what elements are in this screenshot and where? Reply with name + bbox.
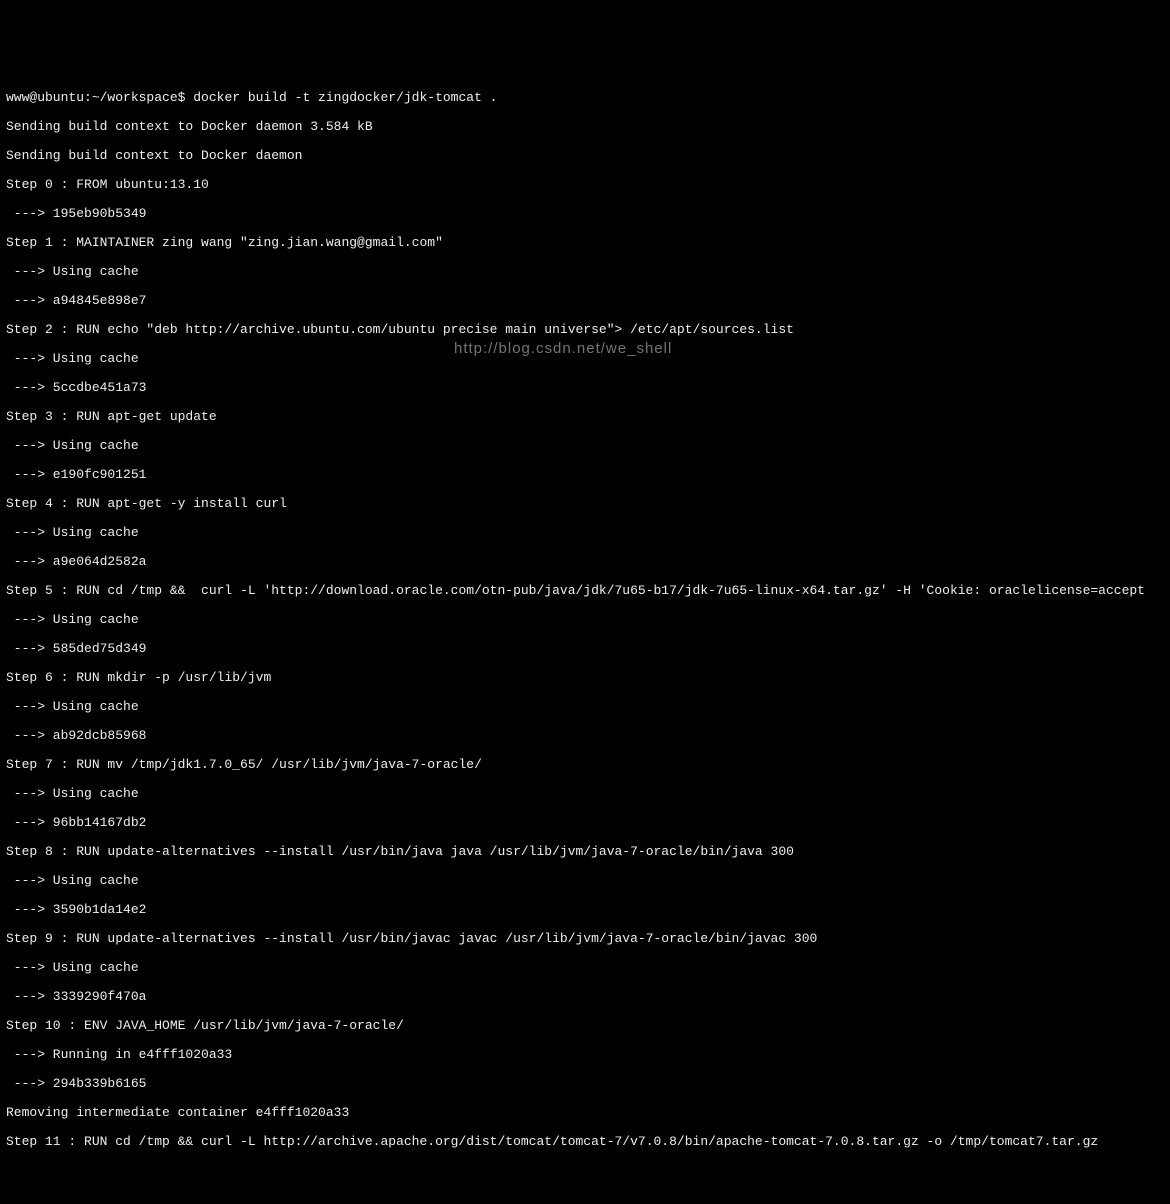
terminal-output-line: ---> Using cache: [6, 439, 1164, 454]
terminal-output-line: ---> Using cache: [6, 787, 1164, 802]
terminal-output-line: Step 9 : RUN update-alternatives --insta…: [6, 932, 1164, 947]
terminal-output-line: Step 8 : RUN update-alternatives --insta…: [6, 845, 1164, 860]
terminal-output-line: ---> a9e064d2582a: [6, 555, 1164, 570]
terminal-output-line: Sending build context to Docker daemon: [6, 149, 1164, 164]
terminal-output-line: ---> Using cache: [6, 265, 1164, 280]
terminal-output-line: Step 6 : RUN mkdir -p /usr/lib/jvm: [6, 671, 1164, 686]
terminal-output-line: ---> Using cache: [6, 874, 1164, 889]
terminal-output-line: Step 2 : RUN echo "deb http://archive.ub…: [6, 323, 1164, 338]
terminal-output-line: ---> a94845e898e7: [6, 294, 1164, 309]
terminal-output-line: ---> Using cache: [6, 613, 1164, 628]
terminal-output-line: ---> e190fc901251: [6, 468, 1164, 483]
terminal-output-line: Removing intermediate container e4fff102…: [6, 1106, 1164, 1121]
terminal-output-line: ---> Running in e4fff1020a33: [6, 1048, 1164, 1063]
terminal-output-line: Step 1 : MAINTAINER zing wang "zing.jian…: [6, 236, 1164, 251]
terminal-output-line: Step 3 : RUN apt-get update: [6, 410, 1164, 425]
terminal-output-line: ---> 195eb90b5349: [6, 207, 1164, 222]
terminal-output-line: ---> Using cache: [6, 961, 1164, 976]
terminal-output-line: ---> ab92dcb85968: [6, 729, 1164, 744]
terminal-output-line: Step 7 : RUN mv /tmp/jdk1.7.0_65/ /usr/l…: [6, 758, 1164, 773]
terminal-output-line: ---> Using cache: [6, 352, 1164, 367]
terminal-output-line: ---> 294b339b6165: [6, 1077, 1164, 1092]
terminal-output-line: ---> 3339290f470a: [6, 990, 1164, 1005]
shell-prompt: www@ubuntu:~/workspace$: [6, 90, 193, 105]
terminal-output-line: Step 0 : FROM ubuntu:13.10: [6, 178, 1164, 193]
terminal-output-line: ---> 96bb14167db2: [6, 816, 1164, 831]
terminal-output-line: Sending build context to Docker daemon 3…: [6, 120, 1164, 135]
terminal-output-line: ---> 5ccdbe451a73: [6, 381, 1164, 396]
shell-command: docker build -t zingdocker/jdk-tomcat .: [193, 90, 497, 105]
terminal-output-line: Step 10 : ENV JAVA_HOME /usr/lib/jvm/jav…: [6, 1019, 1164, 1034]
terminal-output-line: ---> 3590b1da14e2: [6, 903, 1164, 918]
terminal-output-line: Step 4 : RUN apt-get -y install curl: [6, 497, 1164, 512]
terminal-output-line: ---> Using cache: [6, 700, 1164, 715]
terminal-output-line: ---> Using cache: [6, 526, 1164, 541]
terminal-output-line: Step 11 : RUN cd /tmp && curl -L http://…: [6, 1135, 1164, 1150]
terminal-output-line: Step 5 : RUN cd /tmp && curl -L 'http://…: [6, 584, 1164, 599]
terminal-prompt-line: www@ubuntu:~/workspace$ docker build -t …: [6, 91, 1164, 106]
terminal-output-line: ---> 585ded75d349: [6, 642, 1164, 657]
